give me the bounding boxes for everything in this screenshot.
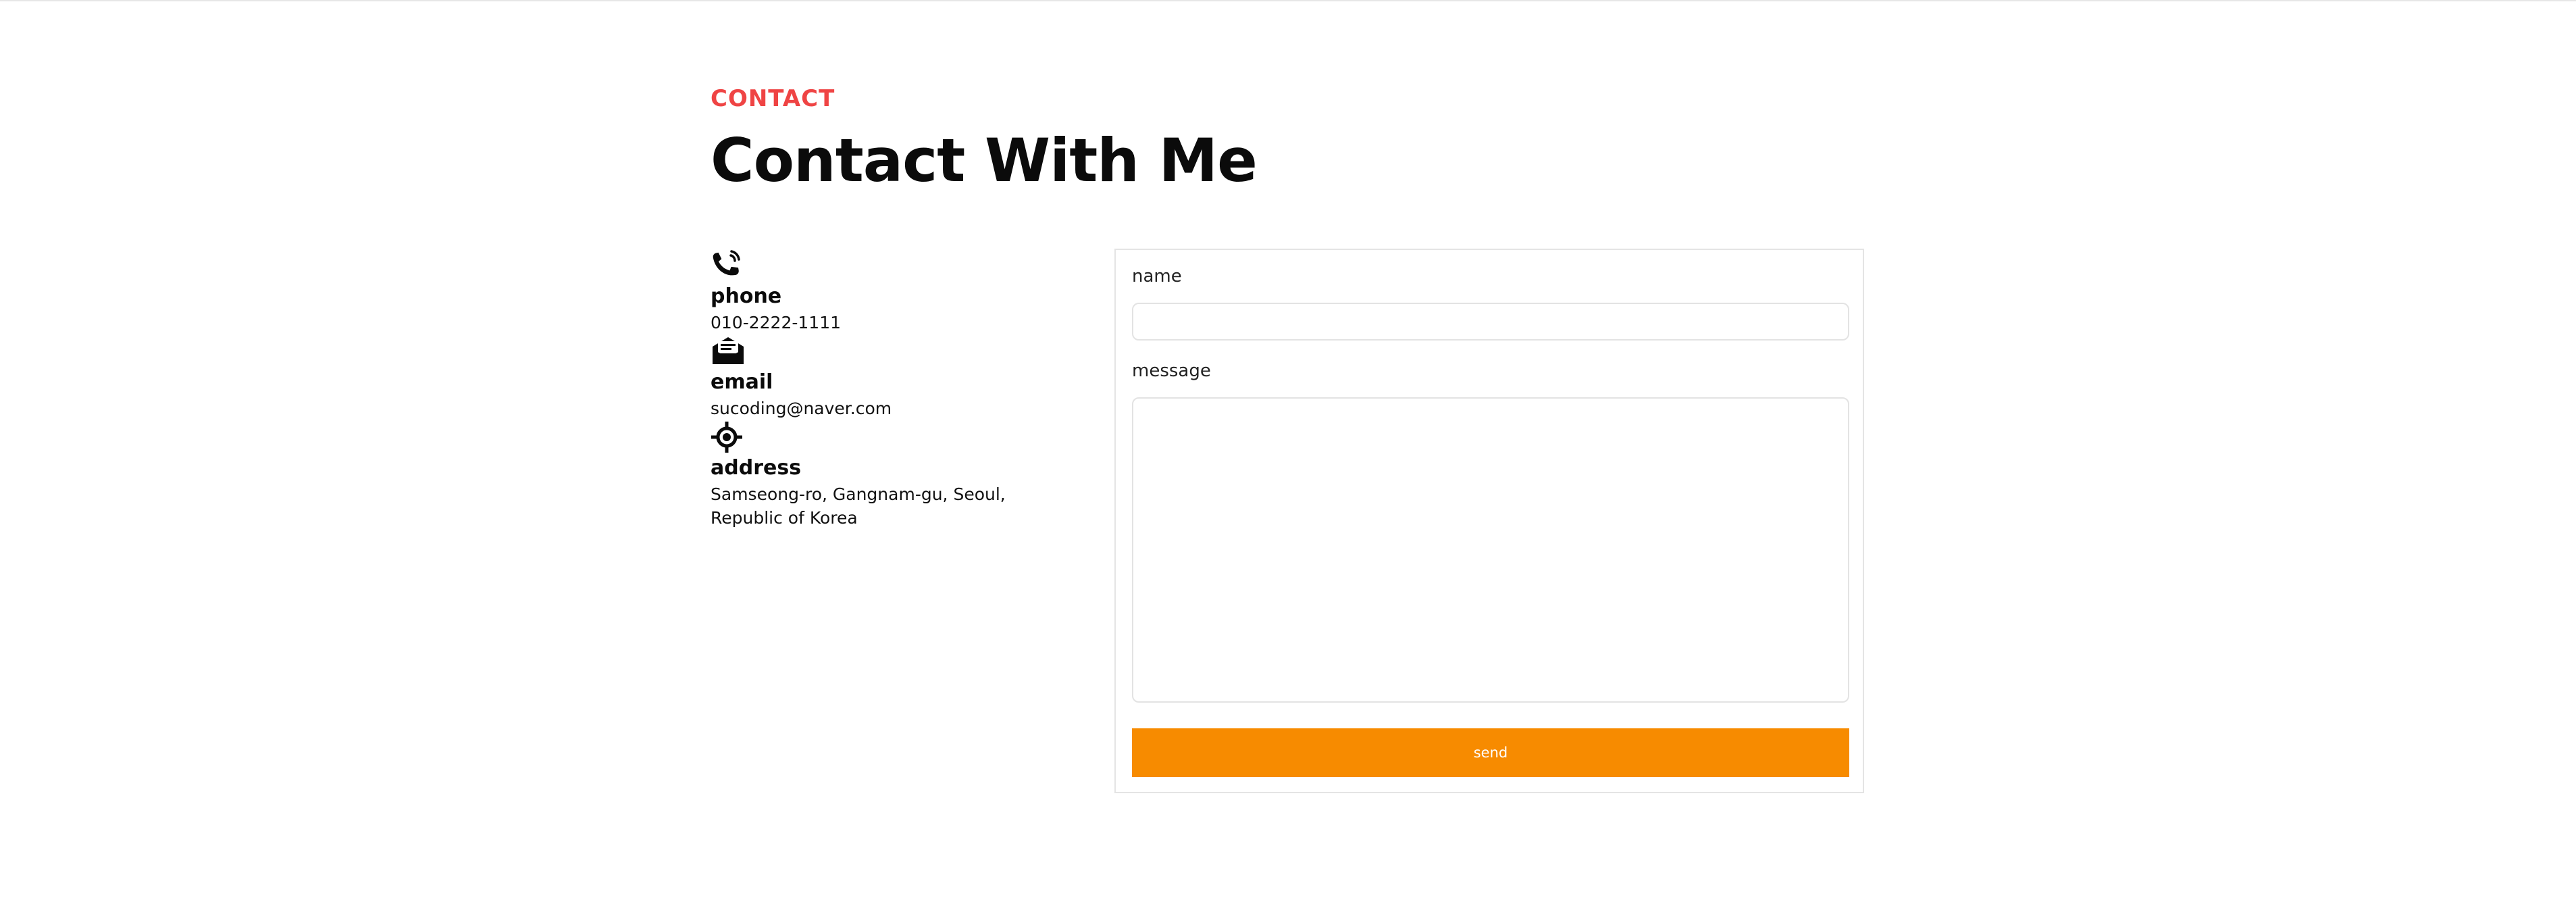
address-line-2: Republic of Korea: [711, 508, 858, 528]
info-item-phone: phone 010-2222-1111: [711, 249, 1089, 334]
email-icon: [711, 334, 746, 368]
info-item-email: email sucoding@naver.com: [711, 334, 1089, 420]
address-line-1: Samseong-ro, Gangnam-gu, Seoul,: [711, 484, 1006, 504]
name-input[interactable]: [1132, 303, 1849, 341]
contact-section: CONTACT Contact With Me phone 010-2222-1…: [711, 81, 1867, 793]
info-value-email: sucoding@naver.com: [711, 399, 892, 418]
contact-info: phone 010-2222-1111 email sucoding@naver…: [711, 249, 1089, 530]
location-icon: [711, 420, 746, 454]
section-eyebrow: CONTACT: [711, 85, 835, 112]
info-label-phone: phone: [711, 284, 782, 308]
page-title: Contact With Me: [711, 126, 1258, 195]
phone-icon: [711, 249, 746, 282]
info-label-email: email: [711, 370, 773, 394]
message-label: message: [1132, 361, 1211, 381]
info-label-address: address: [711, 456, 802, 480]
contact-content: phone 010-2222-1111 email sucoding@naver…: [711, 249, 1867, 796]
info-value-phone: 010-2222-1111: [711, 313, 842, 332]
contact-form: name message send: [1114, 249, 1864, 793]
top-divider: [0, 0, 2576, 1]
send-button[interactable]: send: [1132, 728, 1849, 777]
info-value-address: Samseong-ro, Gangnam-gu, Seoul, Republic…: [711, 482, 1089, 530]
name-label: name: [1132, 266, 1182, 286]
info-item-address: address Samseong-ro, Gangnam-gu, Seoul, …: [711, 420, 1089, 530]
message-textarea[interactable]: [1132, 397, 1849, 703]
